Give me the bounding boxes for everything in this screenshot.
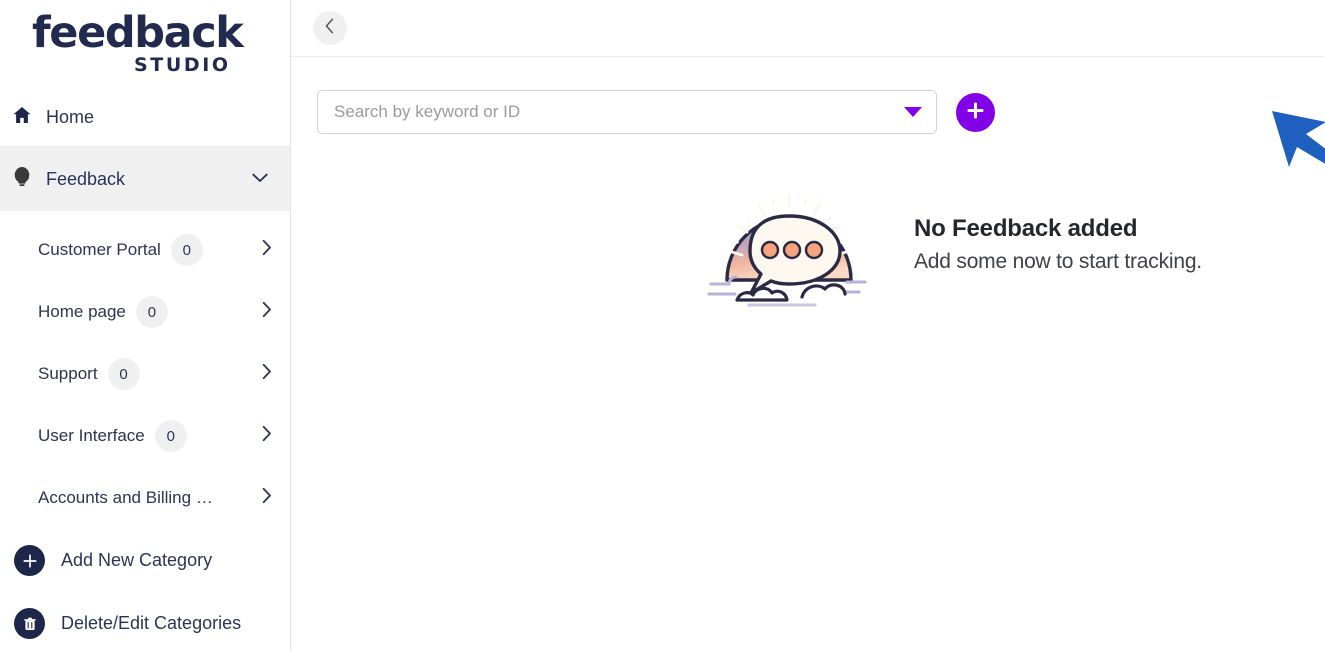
plus-icon <box>966 101 985 123</box>
chevron-right-icon[interactable] <box>262 239 272 261</box>
sidebar-item-feedback-label: Feedback <box>46 168 126 189</box>
category-label: Customer Portal <box>38 240 161 259</box>
sidebar: feedback STUDIO Home Feedback Customer P… <box>0 0 291 651</box>
category-count-badge: 0 <box>154 420 187 452</box>
chevron-left-icon <box>325 18 335 39</box>
category-label: User Interface <box>38 426 145 445</box>
sidebar-category-home-page[interactable]: Home page 0 <box>0 281 290 343</box>
chevron-right-icon[interactable] <box>262 301 272 323</box>
chevron-right-icon[interactable] <box>262 363 272 385</box>
search-row <box>291 57 1325 134</box>
caret-down-icon[interactable] <box>904 107 922 117</box>
search-input[interactable] <box>334 102 898 122</box>
chevron-right-icon[interactable] <box>262 487 272 509</box>
category-count-badge: 0 <box>135 296 168 328</box>
chevron-down-icon[interactable] <box>252 170 268 188</box>
sidebar-category-accounts-and-billing[interactable]: Accounts and Billing … <box>0 467 290 529</box>
brand-logo[interactable]: feedback STUDIO <box>0 0 290 88</box>
app-root: feedback STUDIO Home Feedback Customer P… <box>0 0 1325 651</box>
category-label: Home page <box>38 302 126 321</box>
category-count-badge: 0 <box>107 358 140 390</box>
empty-state-title: No Feedback added <box>914 214 1138 242</box>
back-button[interactable] <box>313 11 347 45</box>
sidebar-item-home-label: Home <box>46 106 95 127</box>
plus-icon <box>14 545 45 576</box>
sidebar-category-support[interactable]: Support 0 <box>0 343 290 405</box>
home-icon <box>12 105 32 130</box>
category-label: Support <box>38 364 98 383</box>
sidebar-item-home[interactable]: Home <box>0 88 290 147</box>
add-new-category-label: Add New Category <box>61 550 213 570</box>
lightbulb-icon <box>12 166 32 193</box>
empty-state: No Feedback added Add some now to start … <box>707 172 1202 312</box>
top-bar <box>291 0 1325 57</box>
category-list: Customer Portal 0 Home page 0 Support 0 <box>0 211 290 529</box>
empty-state-subtitle: Add some now to start tracking. <box>914 249 1202 273</box>
sidebar-item-feedback[interactable]: Feedback <box>0 147 290 211</box>
sidebar-category-user-interface[interactable]: User Interface 0 <box>0 405 290 467</box>
category-count-badge: 0 <box>170 234 203 266</box>
empty-state-text: No Feedback added Add some now to start … <box>914 211 1202 274</box>
brand-logo-sub: STUDIO <box>134 53 231 76</box>
speech-bubble-dome-illustration <box>707 172 872 312</box>
sidebar-category-customer-portal[interactable]: Customer Portal 0 <box>0 219 290 281</box>
delete-edit-categories-button[interactable]: Delete/Edit Categories <box>0 592 290 651</box>
delete-edit-categories-label: Delete/Edit Categories <box>61 613 242 633</box>
trash-icon <box>14 608 45 639</box>
category-label: Accounts and Billing … <box>38 488 213 507</box>
add-new-category-button[interactable]: Add New Category <box>0 529 290 592</box>
main-content: No Feedback added Add some now to start … <box>291 0 1325 651</box>
brand-logo-main: feedback <box>32 7 244 58</box>
add-feedback-button[interactable] <box>956 92 995 132</box>
search-box[interactable] <box>317 90 937 134</box>
chevron-right-icon[interactable] <box>262 425 272 447</box>
